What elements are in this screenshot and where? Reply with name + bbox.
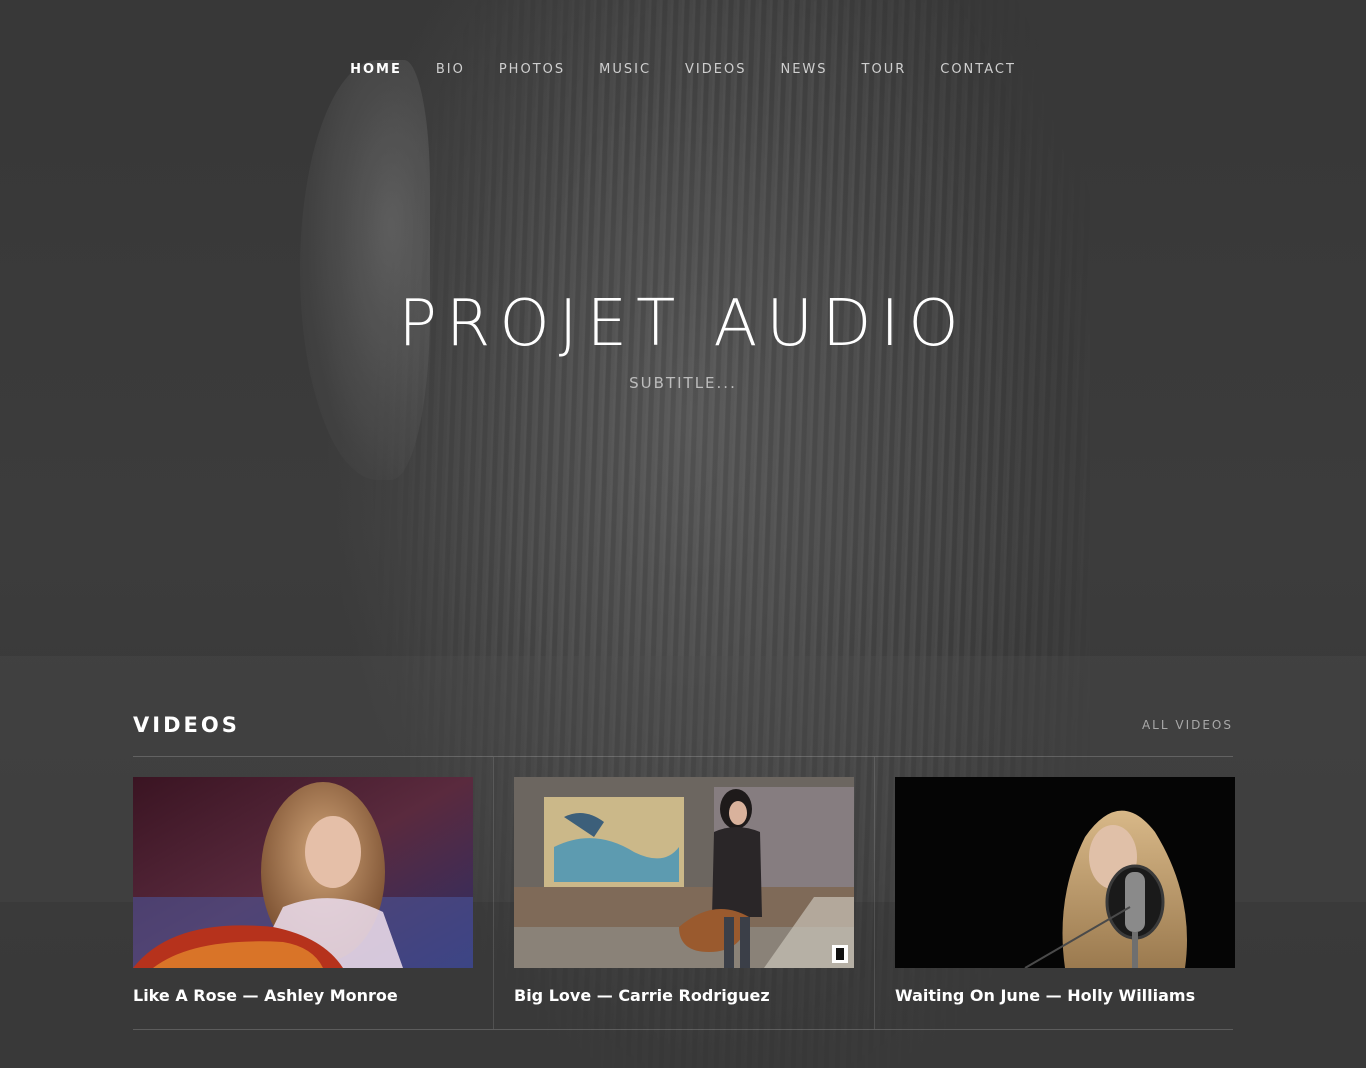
video-title[interactable]: Like A Rose — Ashley Monroe xyxy=(133,986,473,1006)
hero-subtitle: SUBTITLE... xyxy=(629,374,737,392)
nav-item-contact[interactable]: CONTACT xyxy=(923,60,1033,80)
video-thumbnail-big-love[interactable] xyxy=(514,777,854,968)
videos-section: VIDEOS ALL VIDEOS Like A Rose — Ashley M… xyxy=(133,708,1235,1030)
nav-item-videos[interactable]: VIDEOS xyxy=(668,60,763,80)
video-card: Waiting On June — Holly Williams xyxy=(874,757,1235,1029)
video-grid: Like A Rose — Ashley Monroe Big Love — C… xyxy=(133,757,1235,1030)
video-title[interactable]: Big Love — Carrie Rodriguez xyxy=(514,986,854,1006)
nav-item-news[interactable]: NEWS xyxy=(763,60,844,80)
nav-item-photos[interactable]: PHOTOS xyxy=(482,60,582,80)
main-nav: HOME BIO PHOTOS MUSIC VIDEOS NEWS TOUR C… xyxy=(0,60,1366,80)
nav-item-bio[interactable]: BIO xyxy=(419,60,482,80)
nav-item-tour[interactable]: TOUR xyxy=(845,60,924,80)
video-thumbnail-waiting-on-june[interactable] xyxy=(895,777,1235,968)
video-title[interactable]: Waiting On June — Holly Williams xyxy=(895,986,1235,1006)
nav-item-home[interactable]: HOME xyxy=(333,60,419,80)
video-thumbnail-like-a-rose[interactable] xyxy=(133,777,473,968)
video-card: Big Love — Carrie Rodriguez xyxy=(493,757,874,1029)
video-card: Like A Rose — Ashley Monroe xyxy=(133,757,493,1029)
page: HOME BIO PHOTOS MUSIC VIDEOS NEWS TOUR C… xyxy=(0,0,1366,1068)
hero-title: PROJET AUDIO xyxy=(398,287,968,361)
all-videos-link[interactable]: ALL VIDEOS xyxy=(1142,718,1233,732)
videos-header: VIDEOS ALL VIDEOS xyxy=(133,708,1233,757)
videos-heading: VIDEOS xyxy=(133,713,240,737)
nav-item-music[interactable]: MUSIC xyxy=(582,60,668,80)
